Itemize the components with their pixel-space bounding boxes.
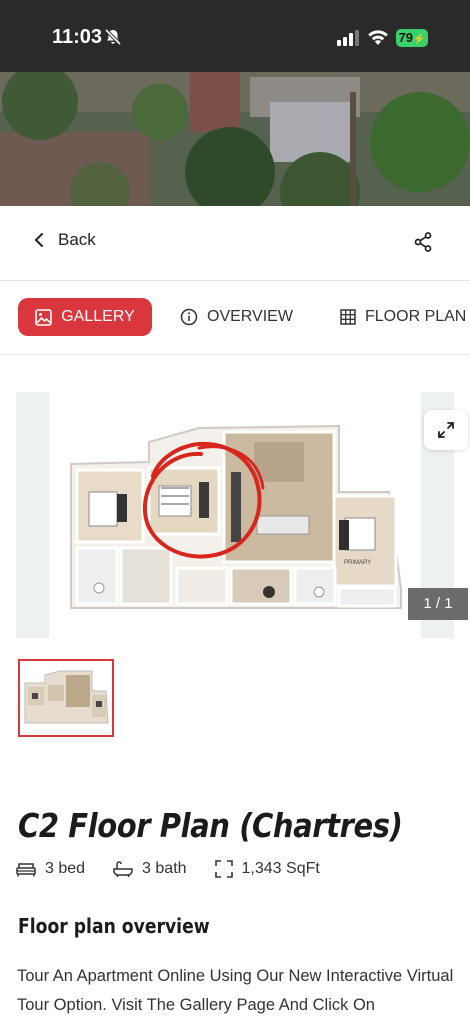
bell-slash-icon [104, 28, 122, 46]
unit-facts: 3 bed 3 bath 1,343 SqFt [16, 860, 348, 878]
fact-area-label: 1,343 SqFt [241, 860, 320, 877]
bathtub-icon [113, 861, 133, 877]
back-label: Back [58, 230, 96, 249]
gallery-viewer: PRIMARY 1 / 1 [16, 392, 468, 638]
info-circle-icon [180, 308, 198, 326]
overview-heading: Floor plan overview [18, 914, 210, 938]
tab-floor-plan-label: FLOOR PLAN / [365, 308, 470, 325]
image-icon [35, 308, 53, 326]
share-icon[interactable] [414, 232, 432, 252]
tab-gallery-label: GALLERY [61, 308, 135, 325]
battery-charging-icon: 79⚡ [396, 29, 428, 47]
fact-bath-label: 3 bath [142, 860, 187, 877]
tab-bar: GALLERY OVERVIEW FLOOR PLAN / [0, 280, 470, 355]
page-title: C2 Floor Plan (Chartres) [18, 806, 403, 845]
area-icon [214, 860, 233, 878]
back-button[interactable]: Back [34, 230, 96, 250]
battery-level: 79 [398, 30, 413, 45]
fact-area: 1,343 SqFt [214, 860, 320, 878]
wifi-icon [368, 30, 388, 45]
image-counter: 1 / 1 [408, 588, 468, 620]
fact-bath: 3 bath [113, 860, 187, 878]
bed-icon [16, 863, 36, 877]
cellular-signal-icon [337, 30, 359, 46]
nav-bar: Back [0, 206, 470, 281]
grid-icon [340, 309, 356, 325]
expand-button[interactable] [424, 410, 468, 450]
status-time: 11:03 [52, 26, 103, 48]
status-bar: 11:03 79⚡ [0, 0, 470, 72]
fact-bed: 3 bed [16, 860, 85, 878]
expand-icon [438, 422, 454, 438]
hero-photo [0, 72, 470, 206]
tab-gallery[interactable]: GALLERY [18, 298, 152, 336]
tab-floor-plan[interactable]: FLOOR PLAN / [340, 298, 470, 336]
primary-room-label: PRIMARY [344, 560, 371, 566]
overview-text: Tour An Apartment Online Using Our New I… [17, 967, 454, 1014]
tab-overview[interactable]: OVERVIEW [180, 298, 293, 336]
floor-plan-image[interactable]: PRIMARY 1 / 1 [49, 392, 468, 638]
tab-overview-label: OVERVIEW [207, 308, 293, 325]
fact-bed-label: 3 bed [45, 860, 86, 877]
chevron-left-icon [35, 233, 43, 247]
gallery-thumbnail[interactable] [18, 659, 114, 737]
